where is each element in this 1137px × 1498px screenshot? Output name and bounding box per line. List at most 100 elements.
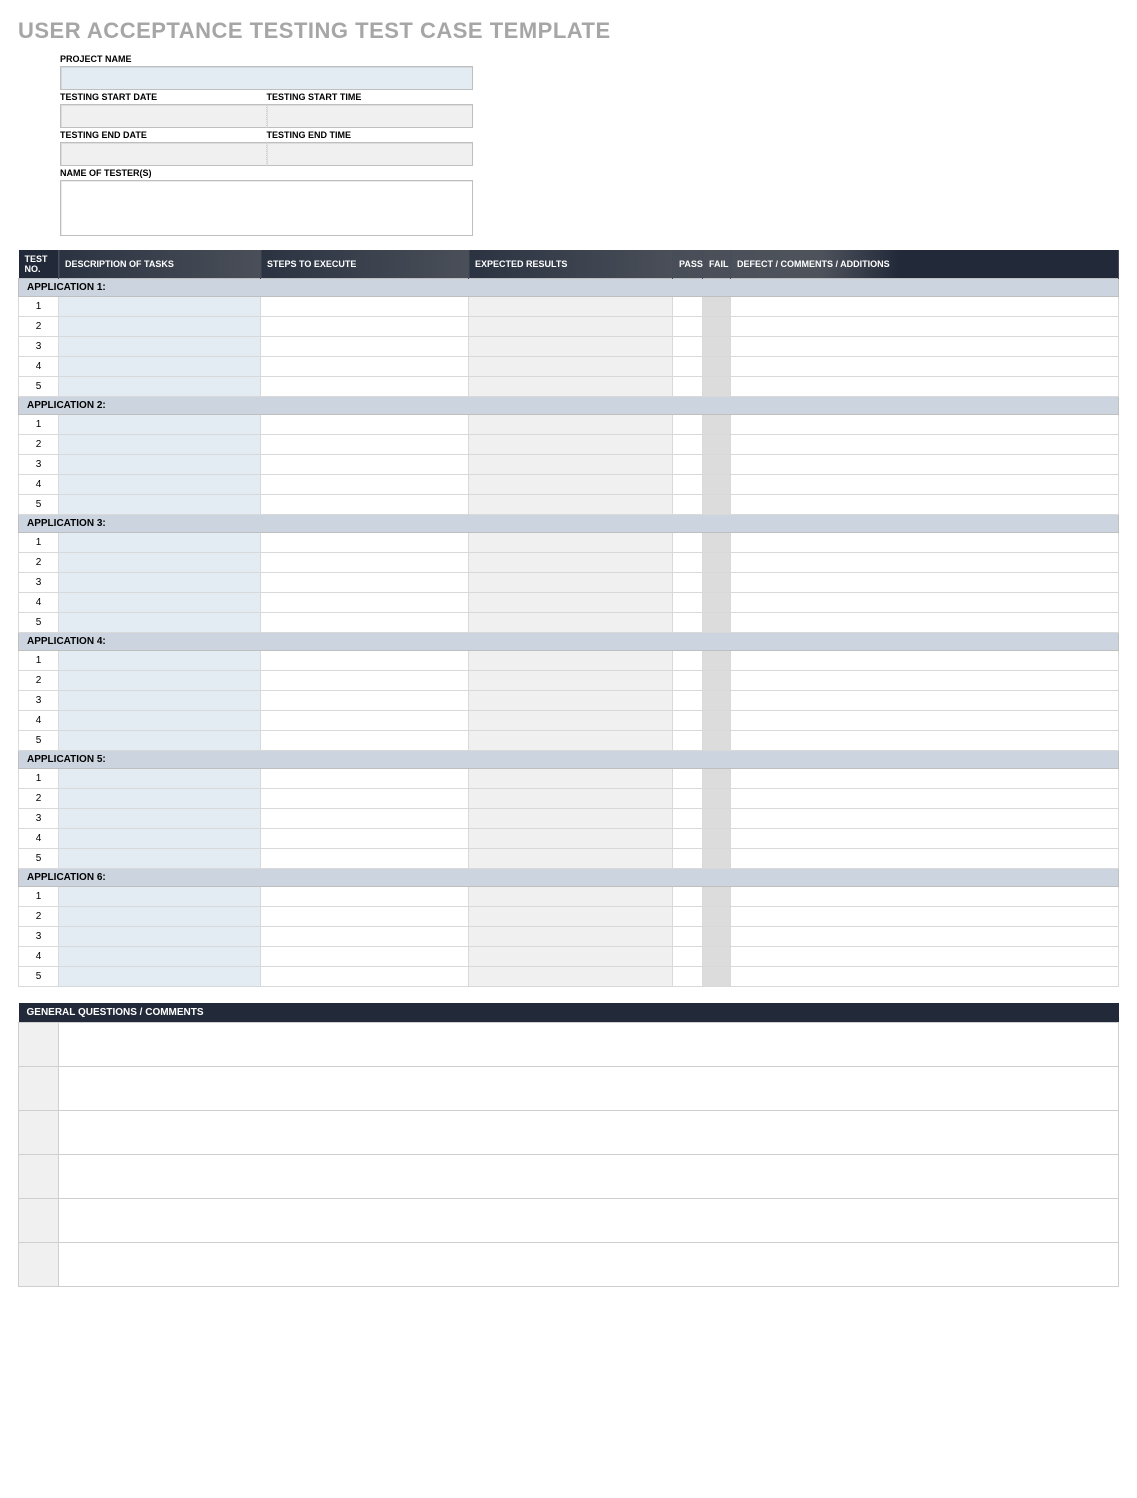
cell-expected[interactable] <box>469 613 673 633</box>
cell-pass[interactable] <box>673 829 703 849</box>
cell-steps[interactable] <box>261 297 469 317</box>
cell-fail[interactable] <box>703 927 731 947</box>
comments-label-cell[interactable] <box>19 1067 59 1111</box>
cell-fail[interactable] <box>703 573 731 593</box>
cell-defect[interactable] <box>731 829 1119 849</box>
cell-description[interactable] <box>59 553 261 573</box>
cell-fail[interactable] <box>703 671 731 691</box>
cell-description[interactable] <box>59 337 261 357</box>
cell-pass[interactable] <box>673 849 703 869</box>
cell-expected[interactable] <box>469 593 673 613</box>
cell-pass[interactable] <box>673 691 703 711</box>
cell-steps[interactable] <box>261 947 469 967</box>
cell-expected[interactable] <box>469 967 673 987</box>
cell-steps[interactable] <box>261 691 469 711</box>
cell-steps[interactable] <box>261 651 469 671</box>
cell-expected[interactable] <box>469 495 673 515</box>
cell-defect[interactable] <box>731 651 1119 671</box>
cell-fail[interactable] <box>703 435 731 455</box>
cell-fail[interactable] <box>703 495 731 515</box>
cell-pass[interactable] <box>673 553 703 573</box>
cell-expected[interactable] <box>469 769 673 789</box>
cell-defect[interactable] <box>731 671 1119 691</box>
cell-steps[interactable] <box>261 711 469 731</box>
cell-description[interactable] <box>59 613 261 633</box>
cell-steps[interactable] <box>261 337 469 357</box>
cell-expected[interactable] <box>469 533 673 553</box>
cell-defect[interactable] <box>731 533 1119 553</box>
comments-body-cell[interactable] <box>59 1023 1119 1067</box>
cell-pass[interactable] <box>673 357 703 377</box>
cell-pass[interactable] <box>673 769 703 789</box>
comments-body-cell[interactable] <box>59 1199 1119 1243</box>
cell-defect[interactable] <box>731 553 1119 573</box>
cell-expected[interactable] <box>469 651 673 671</box>
cell-fail[interactable] <box>703 789 731 809</box>
cell-pass[interactable] <box>673 613 703 633</box>
cell-pass[interactable] <box>673 927 703 947</box>
cell-pass[interactable] <box>673 789 703 809</box>
cell-pass[interactable] <box>673 435 703 455</box>
cell-expected[interactable] <box>469 691 673 711</box>
cell-description[interactable] <box>59 829 261 849</box>
cell-description[interactable] <box>59 593 261 613</box>
cell-fail[interactable] <box>703 731 731 751</box>
cell-description[interactable] <box>59 927 261 947</box>
comments-body-cell[interactable] <box>59 1155 1119 1199</box>
cell-fail[interactable] <box>703 455 731 475</box>
cell-fail[interactable] <box>703 337 731 357</box>
cell-pass[interactable] <box>673 377 703 397</box>
cell-expected[interactable] <box>469 455 673 475</box>
cell-defect[interactable] <box>731 475 1119 495</box>
cell-steps[interactable] <box>261 593 469 613</box>
cell-description[interactable] <box>59 297 261 317</box>
cell-fail[interactable] <box>703 593 731 613</box>
comments-label-cell[interactable] <box>19 1155 59 1199</box>
cell-expected[interactable] <box>469 927 673 947</box>
cell-expected[interactable] <box>469 809 673 829</box>
cell-expected[interactable] <box>469 907 673 927</box>
cell-steps[interactable] <box>261 769 469 789</box>
cell-pass[interactable] <box>673 533 703 553</box>
cell-pass[interactable] <box>673 671 703 691</box>
cell-pass[interactable] <box>673 455 703 475</box>
cell-description[interactable] <box>59 769 261 789</box>
cell-description[interactable] <box>59 435 261 455</box>
cell-defect[interactable] <box>731 691 1119 711</box>
cell-expected[interactable] <box>469 357 673 377</box>
cell-steps[interactable] <box>261 415 469 435</box>
cell-steps[interactable] <box>261 553 469 573</box>
input-end-time[interactable] <box>267 142 474 166</box>
cell-description[interactable] <box>59 947 261 967</box>
cell-pass[interactable] <box>673 415 703 435</box>
cell-expected[interactable] <box>469 789 673 809</box>
comments-label-cell[interactable] <box>19 1199 59 1243</box>
cell-description[interactable] <box>59 691 261 711</box>
cell-fail[interactable] <box>703 769 731 789</box>
cell-defect[interactable] <box>731 495 1119 515</box>
cell-expected[interactable] <box>469 475 673 495</box>
cell-defect[interactable] <box>731 927 1119 947</box>
cell-description[interactable] <box>59 455 261 475</box>
cell-fail[interactable] <box>703 691 731 711</box>
cell-expected[interactable] <box>469 337 673 357</box>
cell-fail[interactable] <box>703 415 731 435</box>
cell-expected[interactable] <box>469 731 673 751</box>
cell-steps[interactable] <box>261 967 469 987</box>
cell-expected[interactable] <box>469 671 673 691</box>
comments-label-cell[interactable] <box>19 1111 59 1155</box>
comments-body-cell[interactable] <box>59 1067 1119 1111</box>
cell-fail[interactable] <box>703 297 731 317</box>
cell-steps[interactable] <box>261 435 469 455</box>
cell-fail[interactable] <box>703 553 731 573</box>
cell-expected[interactable] <box>469 887 673 907</box>
cell-expected[interactable] <box>469 573 673 593</box>
cell-defect[interactable] <box>731 887 1119 907</box>
cell-defect[interactable] <box>731 337 1119 357</box>
cell-defect[interactable] <box>731 317 1119 337</box>
cell-description[interactable] <box>59 317 261 337</box>
cell-description[interactable] <box>59 789 261 809</box>
cell-description[interactable] <box>59 357 261 377</box>
cell-pass[interactable] <box>673 593 703 613</box>
cell-steps[interactable] <box>261 671 469 691</box>
